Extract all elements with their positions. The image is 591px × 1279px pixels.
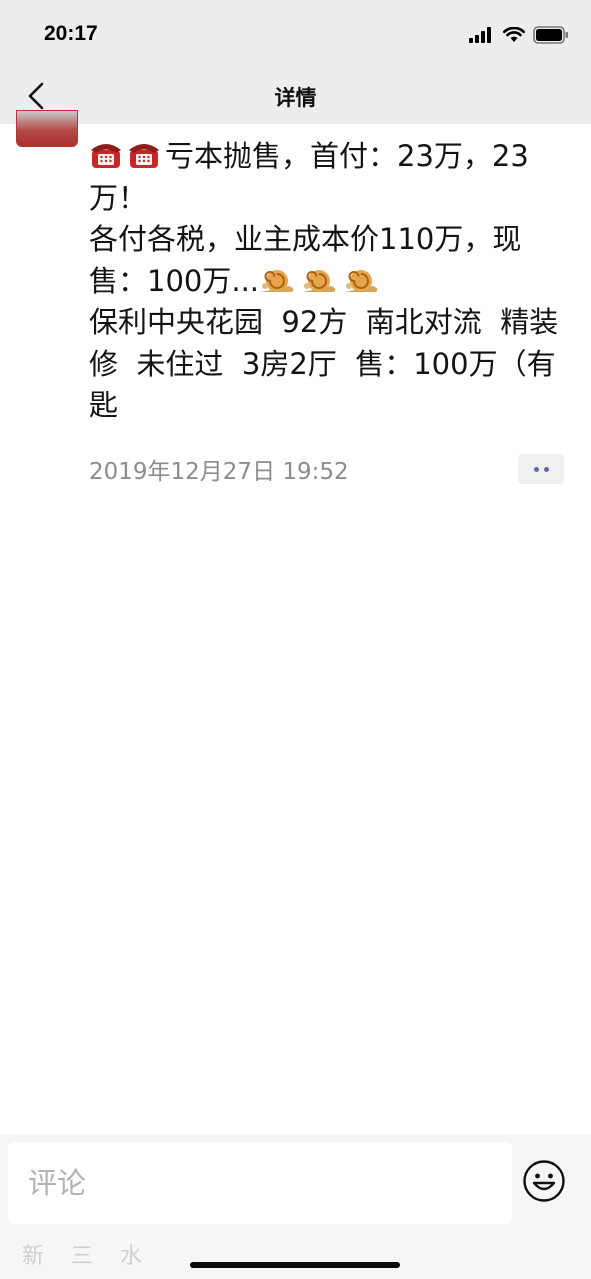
smiley-icon xyxy=(523,1160,565,1202)
more-dots-icon xyxy=(533,466,539,472)
status-time: 20:17 xyxy=(44,22,98,45)
status-bar: 20:17 xyxy=(0,0,591,68)
telephone-icon xyxy=(129,144,159,168)
telephone-icon xyxy=(91,144,121,168)
nav-bar: 详情 xyxy=(0,68,591,124)
comment-bar: 新 三 水 xyxy=(0,1134,591,1279)
snail-icon xyxy=(345,269,378,292)
battery-icon xyxy=(533,26,568,44)
snail-icon xyxy=(303,269,336,292)
avatar[interactable] xyxy=(16,110,78,147)
comment-input[interactable] xyxy=(8,1142,512,1224)
page-title: 详情 xyxy=(274,86,317,110)
wifi-icon xyxy=(503,27,525,42)
more-button[interactable] xyxy=(518,454,564,484)
emoji-button[interactable] xyxy=(522,1159,566,1203)
status-icons xyxy=(469,26,569,44)
post-timestamp: 2019年12月27日 19:52 xyxy=(89,459,349,485)
snail-icon xyxy=(261,269,294,292)
watermark: 新 三 水 xyxy=(22,1244,152,1269)
signal-icon xyxy=(469,27,491,43)
post-line-3: 保利中央花园 92方 南北对流 精装修 未住过 3房2厅 售：100万（有匙 xyxy=(89,305,559,422)
home-indicator xyxy=(190,1262,400,1268)
post-content: 亏本抛售，首付：23万，23万！ 各付各税，业主成本价110万，现售：100万.… xyxy=(89,136,569,427)
more-dots-icon xyxy=(543,466,549,472)
